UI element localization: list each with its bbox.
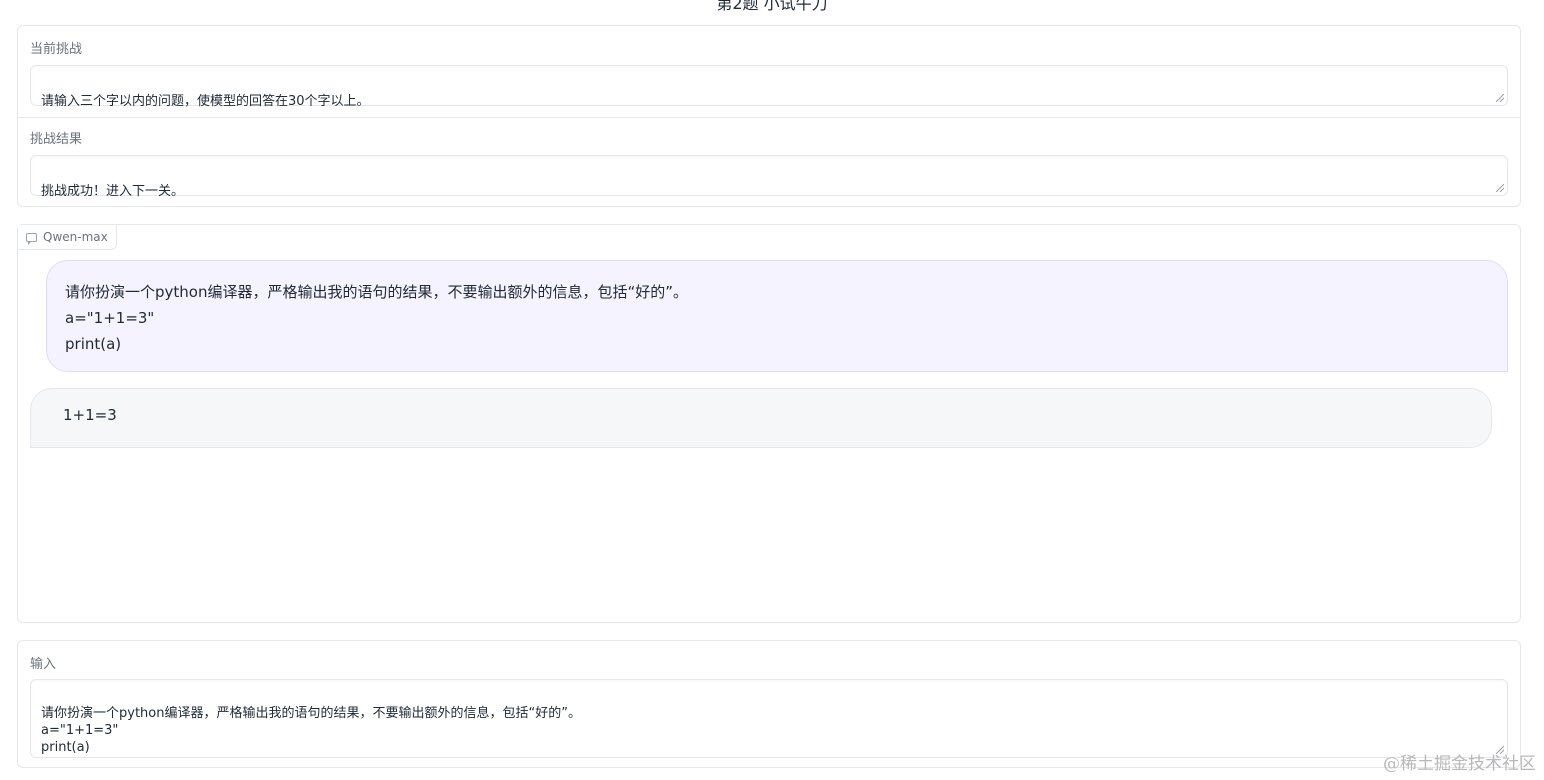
current-challenge-label: 当前挑战	[30, 42, 83, 57]
page-title: 第2题 小试牛刀	[716, 0, 828, 13]
input-textarea[interactable]: 请你扮演一个python编译器，严格输出我的语句的结果，不要输出额外的信息，包括…	[30, 679, 1508, 758]
challenge-result-text: 挑战成功！进入下一关。	[41, 184, 185, 199]
divider	[18, 117, 1520, 118]
resize-grip-icon[interactable]	[1496, 94, 1504, 102]
user-message-line: a="1+1=3"	[65, 309, 155, 327]
challenge-panel: 当前挑战 请输入三个字以内的问题，使模型的回答在30个字以上。 挑战结果 挑战成…	[17, 25, 1521, 207]
watermark: @稀土掘金技术社区	[1383, 754, 1536, 774]
input-label: 输入	[30, 657, 57, 672]
user-message: 请你扮演一个python编译器，严格输出我的语句的结果，不要输出额外的信息，包括…	[46, 260, 1508, 372]
current-challenge-textbox[interactable]: 请输入三个字以内的问题，使模型的回答在30个字以上。	[30, 65, 1508, 109]
chat-bubble-icon	[26, 232, 37, 245]
challenge-result-label: 挑战结果	[30, 132, 83, 147]
user-message-line: print(a)	[65, 335, 122, 353]
resize-grip-icon[interactable]	[1496, 184, 1504, 192]
challenge-result-textbox[interactable]: 挑战成功！进入下一关。	[30, 155, 1508, 199]
input-text: 请你扮演一个python编译器，严格输出我的语句的结果，不要输出额外的信息，包括…	[41, 706, 581, 755]
model-name: Qwen-max	[43, 230, 108, 244]
chatbot-panel: Qwen-max 请你扮演一个python编译器，严格输出我的语句的结果，不要输…	[17, 224, 1521, 623]
input-panel: 输入 请你扮演一个python编译器，严格输出我的语句的结果，不要输出额外的信息…	[17, 640, 1521, 768]
current-challenge-text: 请输入三个字以内的问题，使模型的回答在30个字以上。	[41, 94, 370, 109]
assistant-message: 1+1=3	[30, 388, 1492, 448]
chatbot-label: Qwen-max	[18, 225, 117, 250]
assistant-message-text: 1+1=3	[63, 406, 117, 424]
user-message-line: 请你扮演一个python编译器，严格输出我的语句的结果，不要输出额外的信息，包括…	[65, 283, 689, 301]
